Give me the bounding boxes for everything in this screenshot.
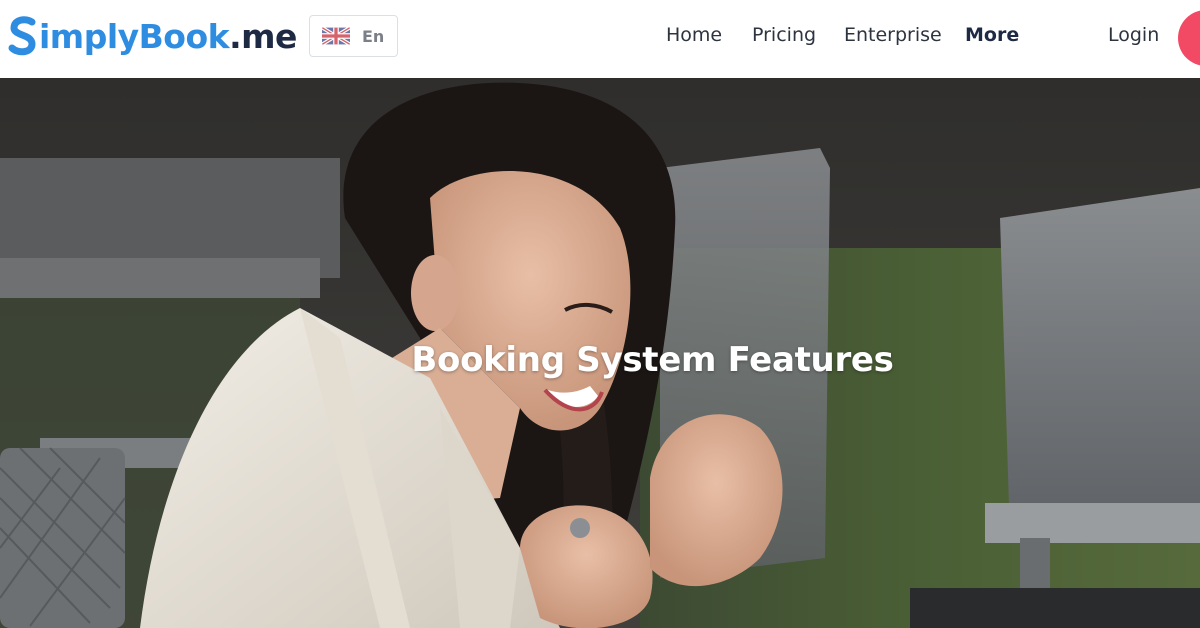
hero-title: Booking System Features [411,340,894,380]
logo-s-mark-icon [8,16,36,56]
top-header: implyBook .me En Home Pricing Enterprise … [0,0,1200,78]
nav-login[interactable]: Login [1108,24,1159,52]
hero-banner: Booking System Features [0,78,1200,628]
signup-button[interactable] [1178,10,1200,66]
nav-enterprise[interactable]: Enterprise [844,24,942,52]
logo-suffix: .me [229,16,297,56]
uk-flag-icon [322,27,350,45]
language-label: En [362,26,385,46]
simplybook-logo[interactable]: implyBook .me [8,14,297,58]
nav-more[interactable]: More [965,24,1019,52]
logo-word: implyBook [39,16,230,56]
language-selector[interactable]: En [309,15,398,57]
nav-pricing[interactable]: Pricing [752,24,816,52]
nav-home[interactable]: Home [666,24,722,52]
